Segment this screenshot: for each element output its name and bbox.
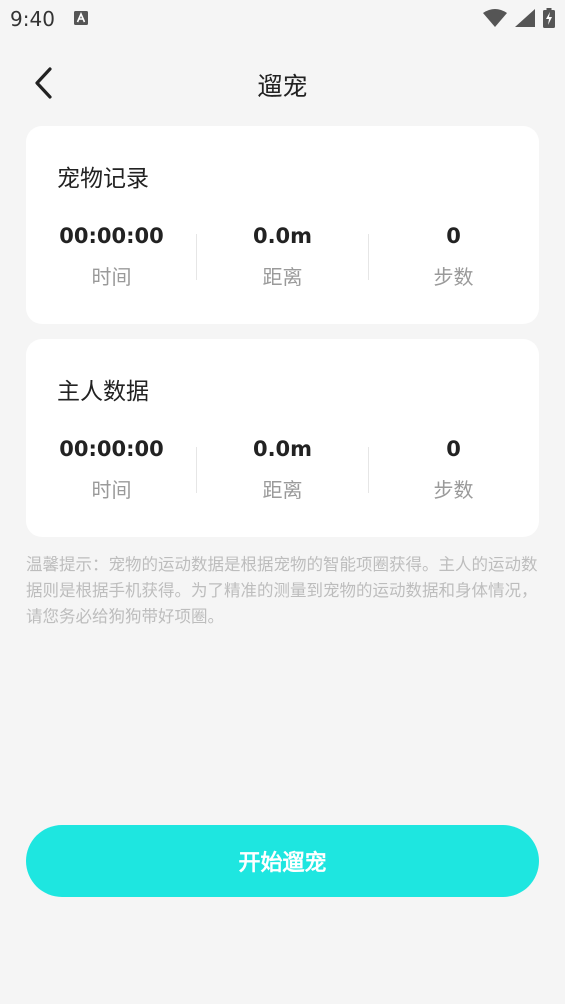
status-time: 9:40 bbox=[10, 7, 55, 31]
wifi-icon bbox=[483, 9, 507, 27]
stat-divider bbox=[368, 447, 369, 493]
owner-data-card: 主人数据 00:00:00 时间 0.0m 距离 0 步数 bbox=[26, 339, 539, 537]
owner-time-label: 时间 bbox=[91, 478, 132, 502]
pet-steps-value: 0 bbox=[446, 224, 461, 248]
owner-distance-value: 0.0m bbox=[252, 437, 313, 461]
pet-record-card: 宠物记录 00:00:00 时间 0.0m 距离 0 步数 bbox=[26, 126, 539, 324]
page-title: 遛宠 bbox=[257, 72, 308, 101]
pet-distance-stat: 0.0m 距离 bbox=[197, 222, 368, 296]
a-notification-icon bbox=[74, 11, 88, 25]
status-bar: 9:40 bbox=[0, 0, 565, 40]
status-icons bbox=[483, 8, 555, 28]
start-walk-button[interactable]: 开始遛宠 bbox=[26, 825, 539, 897]
pet-steps-label: 步数 bbox=[433, 265, 474, 289]
cell-signal-icon bbox=[515, 9, 535, 27]
pet-distance-label: 距离 bbox=[262, 265, 303, 289]
pet-time-value: 00:00:00 bbox=[59, 224, 164, 248]
tip-text: 温馨提示：宠物的运动数据是根据宠物的智能项圈获得。主人的运动数据则是根据手机获得… bbox=[26, 555, 538, 626]
owner-data-stats: 00:00:00 时间 0.0m 距离 0 步数 bbox=[26, 435, 539, 509]
header: 遛宠 bbox=[0, 55, 565, 111]
owner-time-stat: 00:00:00 时间 bbox=[26, 435, 197, 509]
battery-charging-icon bbox=[543, 8, 555, 28]
stat-divider bbox=[368, 234, 369, 280]
pet-steps-stat: 0 步数 bbox=[368, 222, 539, 296]
owner-steps-value: 0 bbox=[446, 437, 461, 461]
stat-divider bbox=[196, 447, 197, 493]
owner-steps-label: 步数 bbox=[433, 478, 474, 502]
stat-divider bbox=[196, 234, 197, 280]
pet-record-title: 宠物记录 bbox=[57, 166, 149, 192]
pet-record-stats: 00:00:00 时间 0.0m 距离 0 步数 bbox=[26, 222, 539, 296]
owner-data-title: 主人数据 bbox=[57, 379, 149, 405]
pet-distance-value: 0.0m bbox=[252, 224, 313, 248]
owner-steps-stat: 0 步数 bbox=[368, 435, 539, 509]
owner-time-value: 00:00:00 bbox=[59, 437, 164, 461]
pet-time-stat: 00:00:00 时间 bbox=[26, 222, 197, 296]
pet-time-label: 时间 bbox=[91, 265, 132, 289]
owner-distance-label: 距离 bbox=[262, 478, 303, 502]
owner-distance-stat: 0.0m 距离 bbox=[197, 435, 368, 509]
